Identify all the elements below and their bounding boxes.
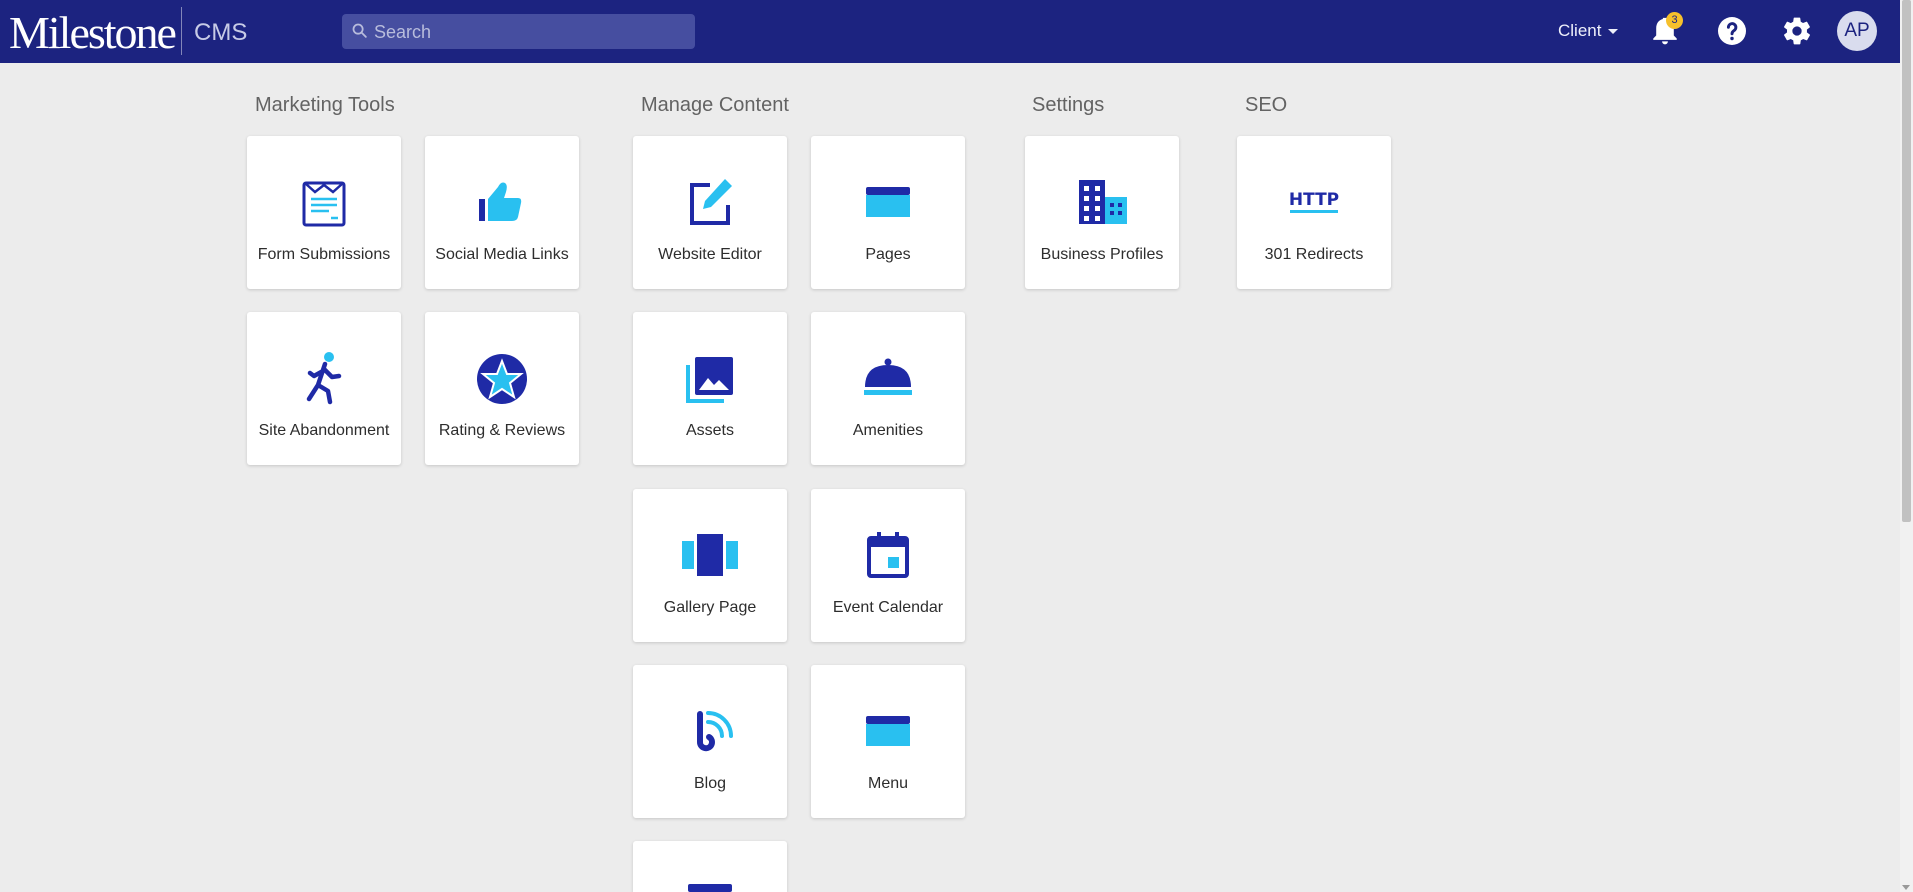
caret-down-icon	[1608, 29, 1619, 35]
section-title-marketing-tools: Marketing Tools	[255, 94, 395, 116]
search-icon	[352, 23, 367, 38]
search-input[interactable]	[372, 14, 686, 51]
star-badge-icon	[477, 354, 527, 404]
section-title-seo: SEO	[1245, 94, 1288, 116]
carousel-icon	[682, 534, 738, 576]
tile-rating-reviews[interactable]: Rating & Reviews	[425, 312, 579, 465]
search-box[interactable]	[342, 14, 695, 51]
thumbs-up-icon	[479, 182, 522, 221]
room-service-bell-icon	[864, 358, 912, 395]
tile-label: Pages	[865, 246, 911, 263]
tile-partially-visible[interactable]	[633, 841, 787, 892]
tile-301-redirects[interactable]: HTTP 301 Redirects	[1237, 136, 1391, 289]
tile-social-media-links[interactable]: Social Media Links	[425, 136, 579, 289]
building-icon	[1079, 180, 1127, 224]
tile-label: Form Submissions	[257, 246, 391, 263]
tile-label: Site Abandonment	[258, 422, 390, 439]
brand-divider	[181, 7, 182, 55]
client-dropdown[interactable]: Client	[1558, 21, 1619, 41]
milestone-logo[interactable]: Milestone	[9, 6, 177, 58]
tile-label: Amenities	[852, 422, 924, 439]
tile-event-calendar[interactable]: Event Calendar	[811, 489, 965, 642]
edit-icon	[690, 179, 732, 225]
section-title-settings: Settings	[1032, 94, 1105, 116]
tile-assets[interactable]: Assets	[633, 312, 787, 465]
blog-icon	[697, 711, 733, 752]
user-avatar[interactable]: AP	[1837, 11, 1877, 51]
product-name: CMS	[194, 19, 248, 46]
http-icon: HTTP	[1289, 190, 1339, 213]
tile-label: Menu	[867, 775, 909, 792]
tile-menu[interactable]: Menu	[811, 665, 965, 818]
tile-business-profiles[interactable]: Business Profiles	[1025, 136, 1179, 289]
tile-label: Rating & Reviews	[438, 422, 566, 439]
tile-label: Assets	[685, 422, 734, 439]
tile-website-editor[interactable]: Website Editor	[633, 136, 787, 289]
tile-label: Social Media Links	[435, 246, 569, 263]
tile-form-submissions[interactable]: Form Submissions	[247, 136, 401, 289]
svg-text:HTTP: HTTP	[1289, 190, 1339, 210]
scroll-down-arrow[interactable]	[1902, 885, 1910, 890]
form-submissions-icon	[302, 181, 346, 227]
vertical-scrollbar[interactable]	[1900, 0, 1913, 892]
photo-library-icon	[686, 357, 733, 403]
top-navbar: Milestone CMS Client 3 AP	[0, 0, 1900, 63]
tile-label: Gallery Page	[663, 599, 757, 616]
tile-blog[interactable]: Blog	[633, 665, 787, 818]
browser-window-icon	[866, 716, 910, 746]
running-person-icon	[306, 352, 342, 405]
browser-window-icon	[866, 187, 910, 217]
tile-label: Business Profiles	[1040, 246, 1164, 263]
notification-badge: 3	[1666, 12, 1683, 29]
client-dropdown-label: Client	[1558, 21, 1602, 40]
scrollbar-thumb[interactable]	[1902, 0, 1911, 522]
gear-icon[interactable]	[1781, 15, 1813, 47]
tile-label: Event Calendar	[832, 599, 944, 616]
tile-site-abandonment[interactable]: Site Abandonment	[247, 312, 401, 465]
tile-label: Website Editor	[658, 246, 762, 263]
tile-label: 301 Redirects	[1264, 246, 1364, 263]
section-title-manage-content: Manage Content	[641, 94, 789, 116]
help-icon[interactable]	[1716, 15, 1748, 47]
tile-amenities[interactable]: Amenities	[811, 312, 965, 465]
tile-label: Blog	[693, 775, 727, 792]
calendar-icon	[867, 532, 909, 578]
tile-pages[interactable]: Pages	[811, 136, 965, 289]
browser-window-icon	[688, 884, 732, 892]
tile-gallery-page[interactable]: Gallery Page	[633, 489, 787, 642]
